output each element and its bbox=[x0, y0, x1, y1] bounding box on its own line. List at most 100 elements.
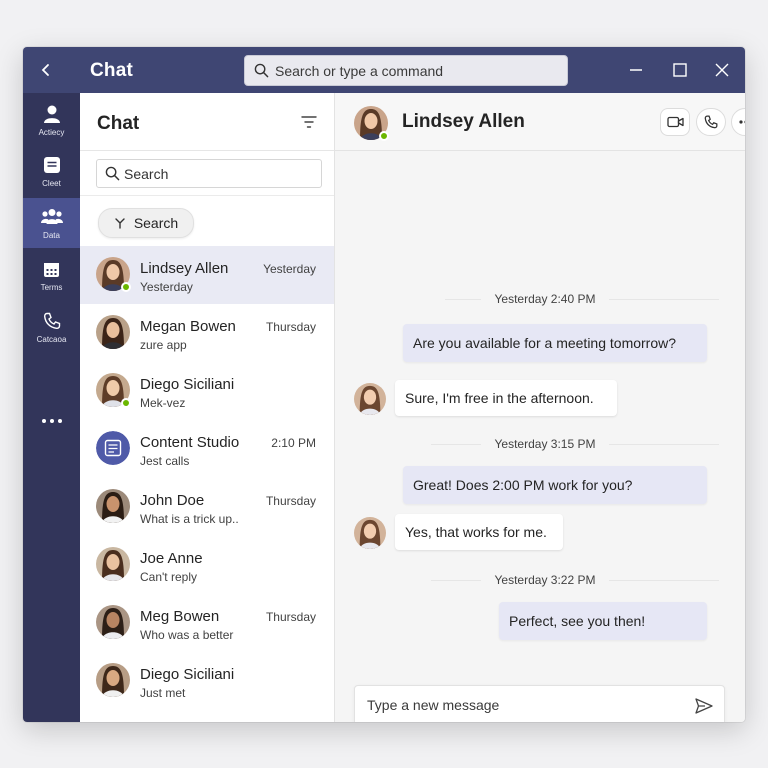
chat-name: Lindsey Allen bbox=[140, 260, 229, 277]
chat-list-item[interactable]: Meg Bowen Who was a better Thursday bbox=[80, 594, 334, 652]
chat-name: Diego Siciliani bbox=[140, 666, 235, 683]
timestamp-divider bbox=[609, 580, 719, 581]
fork-icon bbox=[115, 218, 125, 229]
title-bar: Chat Search or type a command bbox=[23, 47, 745, 93]
chat-time: 2:10 PM bbox=[271, 436, 316, 450]
chat-preview: zure app bbox=[140, 338, 187, 352]
rail-item-label: Catcaoa bbox=[36, 335, 67, 344]
search-filter-pill[interactable]: Search bbox=[98, 208, 194, 238]
chat-list-item[interactable]: Content Studio Jest calls 2:10 PM bbox=[80, 420, 334, 478]
video-call-button[interactable] bbox=[660, 108, 690, 136]
pill-label: Search bbox=[133, 215, 179, 231]
rail-item-label: Data bbox=[43, 231, 60, 240]
compose-box bbox=[354, 685, 725, 722]
chat-time: Thursday bbox=[265, 494, 316, 508]
chat-time: Yesterday bbox=[263, 262, 316, 276]
chat-time: Thursday bbox=[265, 610, 316, 624]
chat-preview: What is a trick up.. bbox=[140, 512, 239, 526]
chat-avatar bbox=[96, 605, 130, 639]
rail-item-chat[interactable]: Cleet bbox=[23, 146, 80, 196]
more-options-button[interactable] bbox=[731, 108, 745, 136]
message-bubble-sent[interactable]: Are you available for a meeting tomorrow… bbox=[403, 324, 707, 362]
chat-name: Diego Siciliani bbox=[140, 376, 235, 393]
group-chat-icon bbox=[96, 431, 130, 465]
more-apps-button[interactable] bbox=[23, 409, 80, 433]
send-icon bbox=[695, 698, 713, 714]
phone-icon bbox=[43, 312, 60, 330]
message-input[interactable] bbox=[355, 686, 685, 722]
chat-list-item[interactable]: Joe Anne Can't reply bbox=[80, 536, 334, 594]
rail-item-teams[interactable]: Data bbox=[23, 198, 80, 248]
back-button[interactable] bbox=[31, 55, 61, 85]
minimize-button[interactable] bbox=[621, 55, 651, 85]
minimize-icon bbox=[630, 69, 642, 71]
chat-avatar bbox=[96, 547, 130, 581]
app-rail: Actiecy Cleet Data Terms Catcaoa bbox=[23, 93, 80, 722]
timestamp-divider bbox=[431, 580, 481, 581]
conversation-header: Lindsey Allen bbox=[335, 93, 745, 151]
message-timestamp: Yesterday 3:22 PM bbox=[494, 573, 596, 587]
filter-button[interactable] bbox=[298, 111, 320, 133]
chevron-left-icon bbox=[41, 64, 49, 76]
chat-preview: Yesterday bbox=[140, 280, 193, 294]
chat-name: Content Studio bbox=[140, 434, 240, 451]
rail-item-label: Actiecy bbox=[38, 128, 65, 137]
message-timestamp: Yesterday 3:15 PM bbox=[494, 437, 596, 451]
chat-avatar bbox=[96, 489, 130, 523]
chat-preview: Can't reply bbox=[140, 570, 197, 584]
teams-icon bbox=[40, 209, 63, 224]
sender-avatar[interactable] bbox=[354, 383, 388, 417]
sender-avatar[interactable] bbox=[354, 517, 388, 551]
rail-item-calls[interactable]: Catcaoa bbox=[23, 302, 80, 352]
chat-list-item[interactable]: Megan Bowen zure app Thursday bbox=[80, 304, 334, 362]
chat-list-item[interactable]: Lindsey Allen Yesterday Yesterday bbox=[80, 246, 334, 304]
chat-preview: Mek-vez bbox=[140, 396, 186, 410]
audio-call-button[interactable] bbox=[696, 108, 726, 136]
message-bubble-sent[interactable]: Perfect, see you then! bbox=[499, 602, 707, 640]
chat-avatar bbox=[96, 431, 130, 465]
chat-name: Meg Bowen bbox=[140, 608, 220, 625]
calendar-icon bbox=[44, 262, 59, 277]
rail-item-label: Terms bbox=[40, 283, 63, 292]
message-bubble-received[interactable]: Sure, I'm free in the afternoon. bbox=[395, 380, 617, 416]
chat-avatar bbox=[96, 663, 130, 697]
chat-list-panel: Chat Search Search Lindsey Allen Yesterda… bbox=[80, 93, 335, 722]
chat-icon bbox=[43, 157, 60, 173]
app-title: Chat bbox=[90, 60, 134, 81]
chat-name: Megan Bowen bbox=[140, 318, 236, 335]
rail-item-calendar[interactable]: Terms bbox=[23, 250, 80, 300]
message-bubble-received[interactable]: Yes, that works for me. bbox=[395, 514, 563, 550]
chat-search-placeholder: Search bbox=[124, 165, 169, 182]
contact-name: Lindsey Allen bbox=[402, 111, 525, 132]
contact-avatar[interactable] bbox=[354, 106, 389, 141]
chat-list-item[interactable]: Diego Siciliani Just met bbox=[80, 652, 334, 710]
chat-list-item[interactable]: John Doe What is a trick up.. Thursday bbox=[80, 478, 334, 536]
search-icon bbox=[105, 166, 120, 181]
chat-avatar bbox=[96, 373, 131, 408]
send-button-inline[interactable] bbox=[694, 696, 714, 716]
chat-list-item[interactable]: Diego Siciliani Mek-vez bbox=[80, 362, 334, 420]
close-icon bbox=[715, 63, 729, 77]
search-icon bbox=[254, 63, 269, 78]
chat-preview: Who was a better bbox=[140, 628, 234, 642]
maximize-button[interactable] bbox=[665, 55, 695, 85]
rail-item-activity[interactable]: Actiecy bbox=[23, 95, 80, 145]
timestamp-divider bbox=[445, 299, 481, 300]
timestamp-divider bbox=[609, 299, 719, 300]
chat-preview: Jest calls bbox=[140, 454, 190, 468]
chat-name: John Doe bbox=[140, 492, 205, 509]
phone-icon bbox=[704, 115, 718, 129]
chat-time: Thursday bbox=[265, 320, 316, 334]
teams-window: Chat Search or type a command Actiecy Cl… bbox=[23, 47, 745, 722]
chat-search-box[interactable]: Search bbox=[96, 159, 322, 188]
message-timestamp: Yesterday 2:40 PM bbox=[494, 292, 596, 306]
message-bubble-sent[interactable]: Great! Does 2:00 PM work for you? bbox=[403, 466, 707, 504]
ellipsis-icon bbox=[41, 419, 46, 423]
conversation-pane: Lindsey Allen Yesterday 2:40 PM Are you … bbox=[335, 93, 745, 722]
command-search-box[interactable]: Search or type a command bbox=[244, 55, 568, 86]
ellipsis-icon bbox=[739, 120, 745, 124]
close-button[interactable] bbox=[707, 55, 737, 85]
chat-avatar bbox=[96, 315, 130, 349]
maximize-icon bbox=[673, 63, 687, 77]
chat-list-title: Chat bbox=[97, 113, 140, 134]
